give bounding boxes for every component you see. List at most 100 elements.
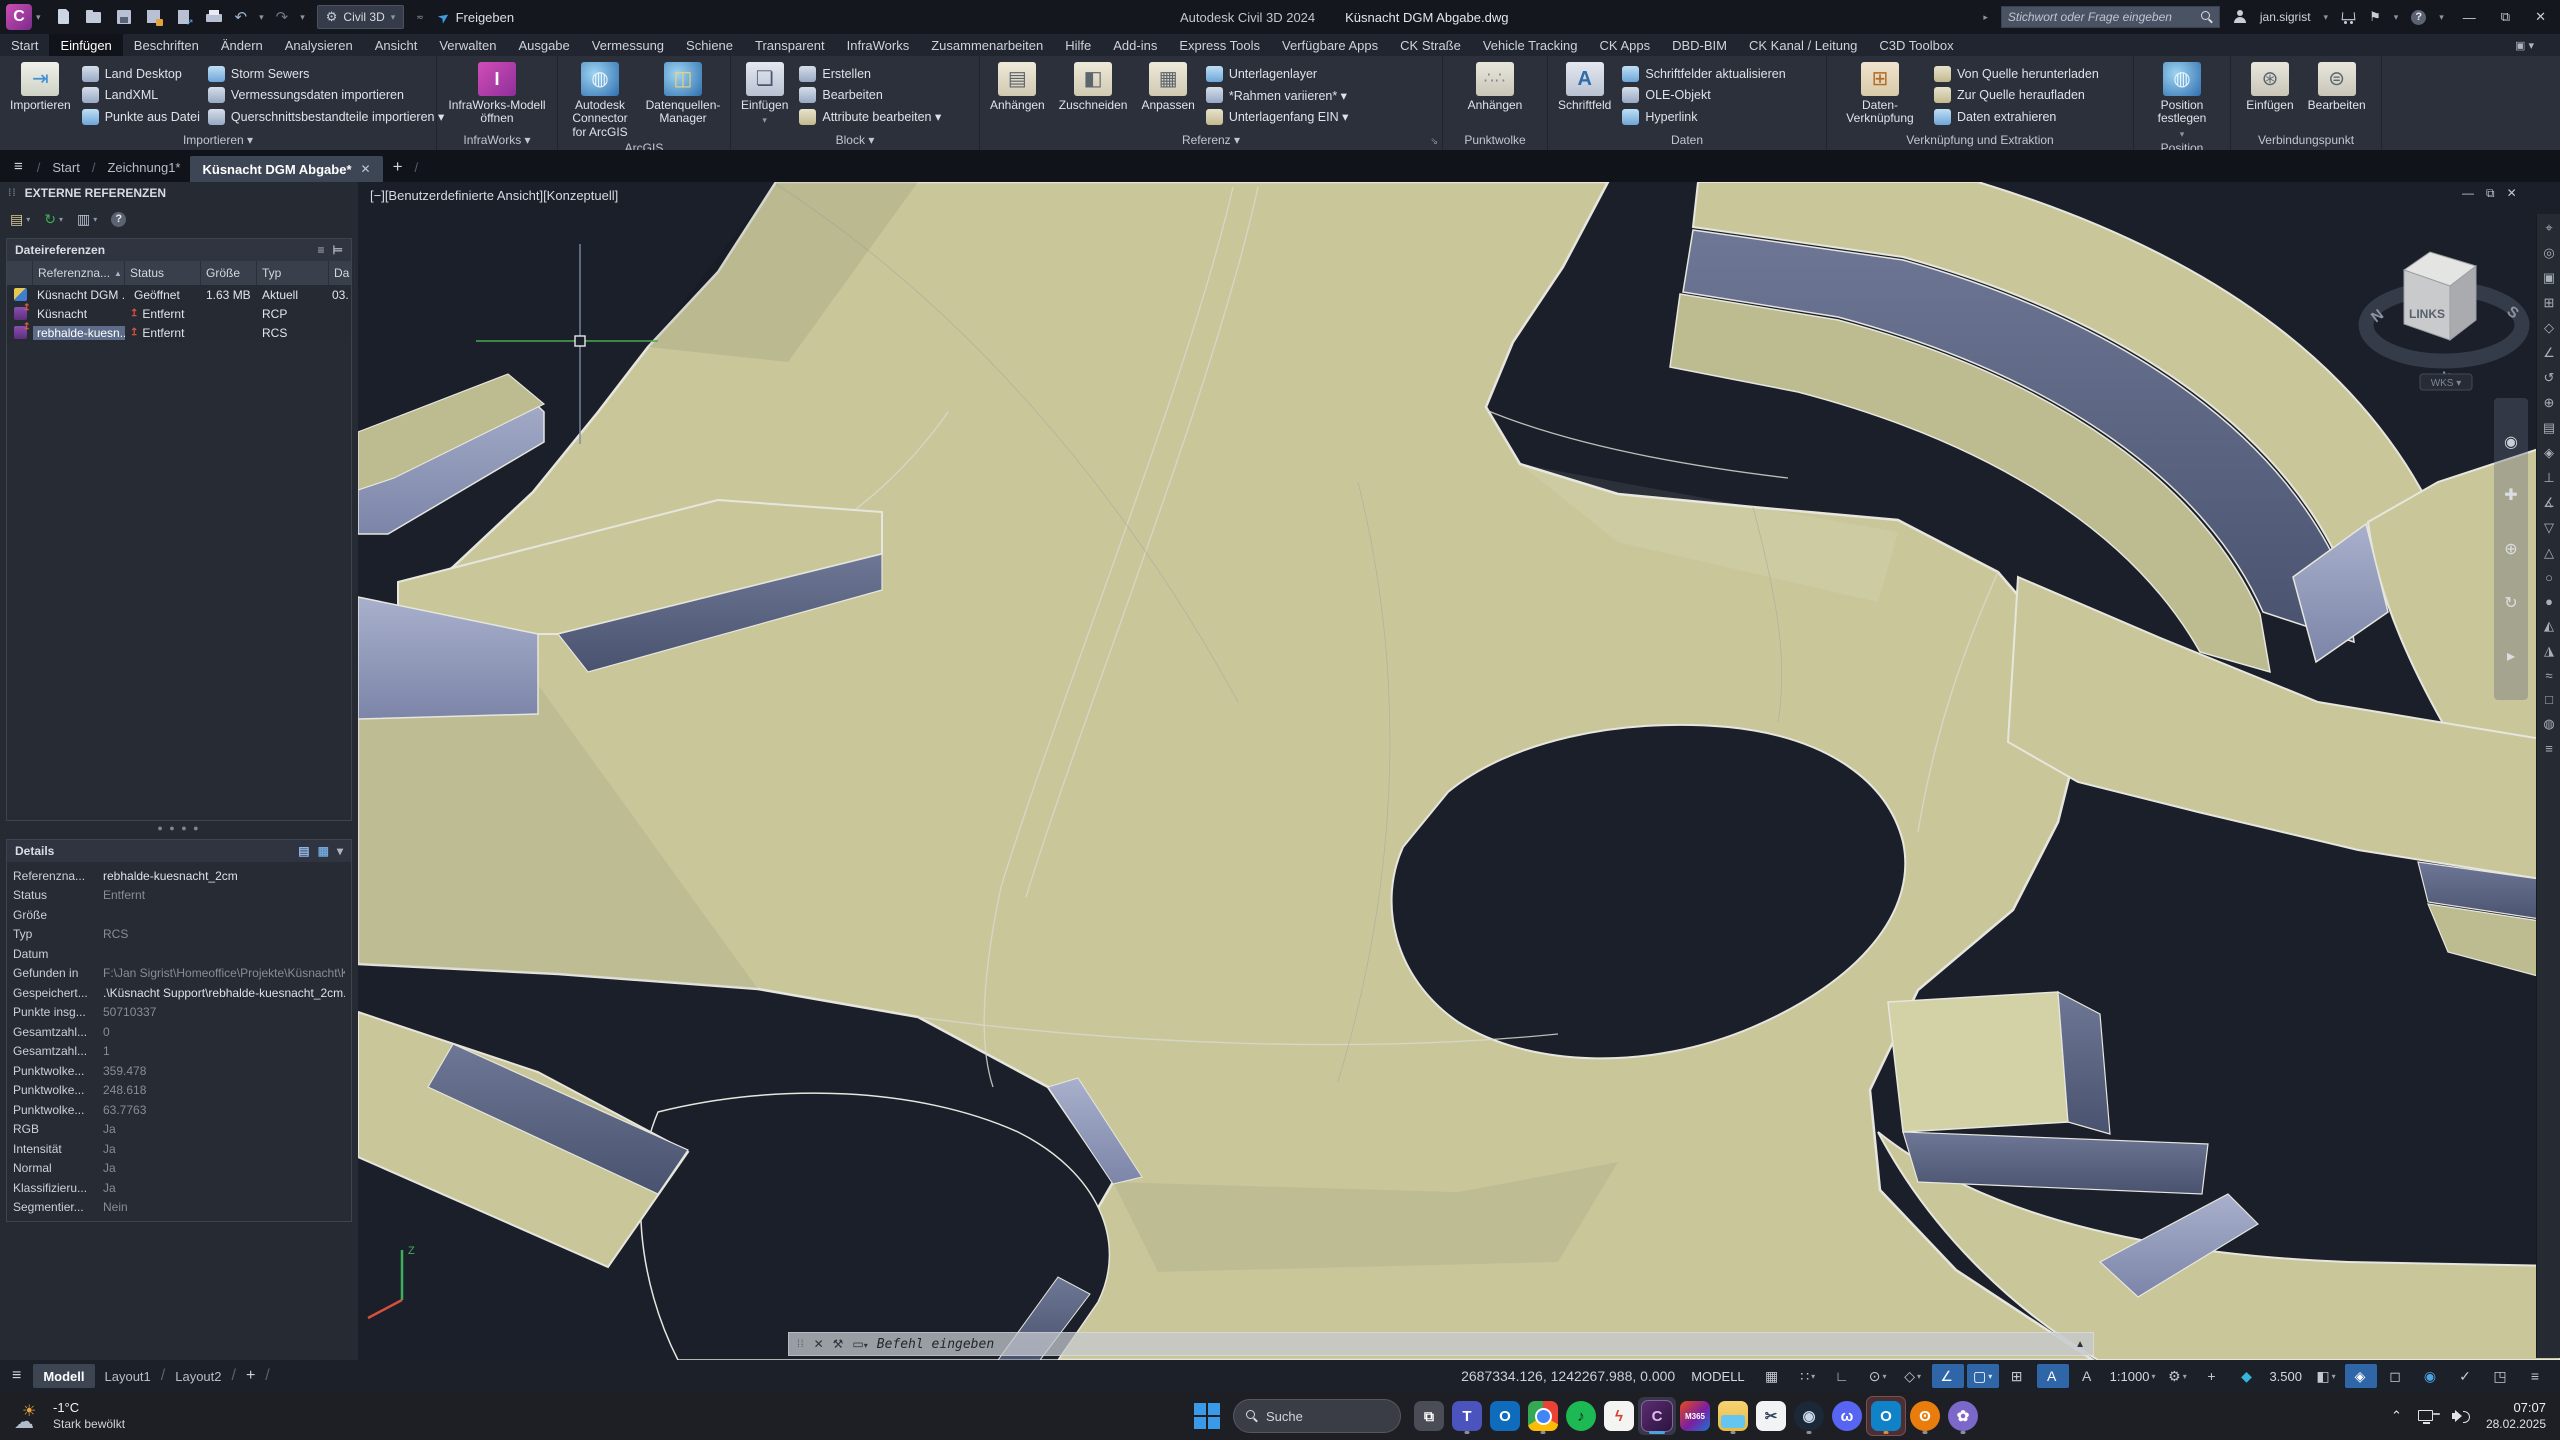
user-avatar[interactable] bbox=[2233, 10, 2247, 24]
referenz-anpassen-button[interactable]: ▦ Anpassen bbox=[1138, 60, 1197, 130]
schriftfeld-button[interactable]: A Schriftfeld bbox=[1555, 60, 1614, 130]
preview-view-icon[interactable]: ▦ bbox=[318, 844, 329, 858]
tool-icon[interactable]: ◍ bbox=[2543, 716, 2554, 732]
chrome[interactable] bbox=[1524, 1397, 1562, 1435]
Schiene[interactable]: Schiene bbox=[675, 34, 744, 56]
Start[interactable]: Start bbox=[0, 34, 49, 56]
column-groesse[interactable]: Größe bbox=[201, 261, 257, 285]
punkte-aus-datei-button[interactable]: Punkte aus Datei bbox=[82, 109, 200, 125]
tab-start[interactable]: Start bbox=[42, 160, 89, 182]
redo-arrow-icon[interactable]: ▾ bbox=[300, 12, 305, 23]
save-as-icon[interactable] bbox=[145, 8, 163, 26]
osnap-icon[interactable]: ▢▾ bbox=[1967, 1364, 1999, 1388]
search-expand-icon[interactable]: ▸ bbox=[1983, 12, 1988, 23]
daten-extrahieren-button[interactable]: Daten extrahieren bbox=[1934, 109, 2099, 125]
Vehicle Tracking[interactable]: Vehicle Tracking bbox=[1472, 34, 1589, 56]
user-menu-arrow-icon[interactable]: ▾ bbox=[2324, 12, 2329, 23]
help-arrow-icon[interactable]: ▾ bbox=[2439, 12, 2444, 23]
rahmen-variieren-button[interactable]: *Rahmen variieren* ▾ bbox=[1206, 87, 1349, 103]
application-menu-button[interactable]: C bbox=[6, 4, 32, 30]
ole-objekt-button[interactable]: OLE-Objekt bbox=[1622, 87, 1785, 103]
new-drawing-tab-button[interactable]: + bbox=[383, 157, 413, 182]
outlook-new[interactable]: O bbox=[1866, 1396, 1906, 1436]
new-drawing-icon[interactable] bbox=[55, 8, 73, 26]
infraworks-open-button[interactable]: I InfraWorks-Modell öffnen bbox=[444, 60, 550, 130]
DBD-BIM[interactable]: DBD-BIM bbox=[1661, 34, 1738, 56]
panel-label-block[interactable]: Block ▾ bbox=[731, 130, 979, 150]
command-customize-icon[interactable]: ⚒ bbox=[833, 1337, 844, 1351]
signed-in-user[interactable]: jan.sigrist bbox=[2260, 10, 2311, 24]
application-menu-arrow-icon[interactable]: ▾ bbox=[36, 12, 41, 23]
search-input[interactable]: Stichwort oder Frage eingeben bbox=[2001, 6, 2220, 28]
undo-icon[interactable]: ↶ bbox=[235, 8, 248, 26]
Hilfe[interactable]: Hilfe bbox=[1054, 34, 1102, 56]
tool-icon[interactable]: □ bbox=[2545, 692, 2553, 707]
details-view-icon[interactable]: ▤ bbox=[298, 844, 309, 858]
xref-row[interactable]: rebhalde-kuesn... ↥Entfernt RCS bbox=[7, 323, 351, 342]
list-view-icon[interactable]: ≡ bbox=[318, 243, 325, 257]
annotation-autoscale-icon[interactable]: A bbox=[2072, 1364, 2104, 1388]
tool-icon[interactable]: ◇ bbox=[2544, 320, 2554, 336]
ribbon-options-icon[interactable]: ▣ ▾ bbox=[2505, 39, 2544, 52]
new-layout-button[interactable]: + bbox=[236, 1367, 265, 1385]
isolate-objects-icon[interactable]: + bbox=[2196, 1364, 2228, 1388]
notifications-arrow-icon[interactable]: ▾ bbox=[2394, 12, 2399, 23]
share-button[interactable]: ➤ Freigeben bbox=[438, 9, 514, 26]
task-view[interactable]: ⧉ bbox=[1410, 1397, 1448, 1435]
tool-icon[interactable]: ◈ bbox=[2544, 445, 2554, 461]
xref-row[interactable]: Küsnacht ↥Entfernt RCP bbox=[7, 304, 351, 323]
store-cart-icon[interactable] bbox=[2341, 11, 2356, 24]
referenz-anhaengen-button[interactable]: ▤ Anhängen bbox=[987, 60, 1048, 130]
Verfügbare Apps[interactable]: Verfügbare Apps bbox=[1271, 34, 1389, 56]
CK Apps[interactable]: CK Apps bbox=[1589, 34, 1662, 56]
drawing-close-icon[interactable]: ✕ bbox=[2507, 186, 2517, 201]
column-datum[interactable]: Da bbox=[329, 261, 355, 285]
attribute-bearbeiten-button[interactable]: Attribute bearbeiten ▾ bbox=[799, 109, 941, 125]
command-input[interactable]: Befehl eingeben bbox=[877, 1337, 2066, 1352]
graphics-check-icon[interactable]: ✓ bbox=[2450, 1364, 2482, 1388]
panel-label-referenz[interactable]: Referenz ▾⇘ bbox=[980, 130, 1442, 150]
tool-icon[interactable]: ≈ bbox=[2545, 668, 2552, 683]
zoom-icon[interactable]: ⊕ bbox=[2504, 539, 2517, 559]
tree-view-icon[interactable]: ⊨ bbox=[333, 243, 343, 257]
snipping-tool[interactable]: ✂ bbox=[1752, 1397, 1790, 1435]
column-typ[interactable]: Typ bbox=[257, 261, 329, 285]
viewport-controls-label[interactable]: [−][Benutzerdefinierte Ansicht][Konzeptu… bbox=[370, 188, 618, 203]
column-referenzname[interactable]: Referenzna...▲ bbox=[33, 261, 125, 285]
palette-splitter[interactable]: ● ● ● ● bbox=[0, 821, 358, 835]
restore-button[interactable]: ⧉ bbox=[2495, 9, 2516, 25]
xref-row[interactable]: Küsnacht DGM ... Geöffnet 1.63 MB Aktuel… bbox=[7, 285, 351, 304]
panel-label-infraworks[interactable]: InfraWorks ▾ bbox=[437, 130, 557, 150]
hyperlink-button[interactable]: Hyperlink bbox=[1622, 109, 1785, 125]
zur-quelle-heraufladen-button[interactable]: Zur Quelle heraufladen bbox=[1934, 87, 2099, 103]
attach-reference-button[interactable]: ▤▾ bbox=[10, 211, 30, 228]
change-path-button[interactable]: ▥▾ bbox=[77, 211, 97, 228]
C3D Toolbox[interactable]: C3D Toolbox bbox=[1868, 34, 1964, 56]
transfer-icon[interactable] bbox=[175, 8, 193, 26]
command-recent-icon[interactable]: ▭▾ bbox=[852, 1337, 867, 1351]
schriftfelder-aktualisieren-button[interactable]: Schriftfelder aktualisieren bbox=[1622, 66, 1785, 82]
tab-kuesnacht-dgm-abgabe[interactable]: Küsnacht DGM Abgabe* ✕ bbox=[190, 156, 382, 182]
steering-wheel-icon[interactable]: ◉ bbox=[2504, 432, 2518, 452]
hardware-accel-icon[interactable]: ◉ bbox=[2415, 1364, 2447, 1388]
Transparent[interactable]: Transparent bbox=[744, 34, 836, 56]
ortho-icon[interactable]: ∟ bbox=[1827, 1364, 1859, 1388]
save-icon[interactable] bbox=[115, 8, 133, 26]
outlook-classic[interactable]: O bbox=[1486, 1397, 1524, 1435]
palette-title-bar[interactable]: ⁞⁞ EXTERNE REFERENZEN bbox=[0, 182, 358, 204]
tool-icon[interactable]: ∠ bbox=[2543, 345, 2555, 361]
block-einfuegen-button[interactable]: ❏ Einfügen▾ bbox=[738, 60, 791, 130]
Vermessung[interactable]: Vermessung bbox=[581, 34, 675, 56]
tool-icon[interactable]: ⊕ bbox=[2544, 395, 2555, 411]
orbit-icon[interactable]: ↻ bbox=[2504, 593, 2517, 613]
tool-icon[interactable]: ◭ bbox=[2544, 618, 2554, 634]
pan-icon[interactable]: ✚ bbox=[2504, 485, 2517, 505]
referenz-dialog-launcher-icon[interactable]: ⇘ bbox=[1430, 136, 1438, 147]
palette-grip-icon[interactable]: ⁞⁞ bbox=[8, 188, 17, 199]
paint[interactable]: ✿ bbox=[1944, 1397, 1982, 1435]
command-grip-icon[interactable]: ⁞⁞ bbox=[797, 1339, 805, 1350]
teams[interactable]: T bbox=[1448, 1397, 1486, 1435]
Analysieren[interactable]: Analysieren bbox=[274, 34, 364, 56]
redo-icon[interactable]: ↷ bbox=[276, 8, 289, 26]
vermessungsdaten-button[interactable]: Vermessungsdaten importieren bbox=[208, 87, 444, 103]
